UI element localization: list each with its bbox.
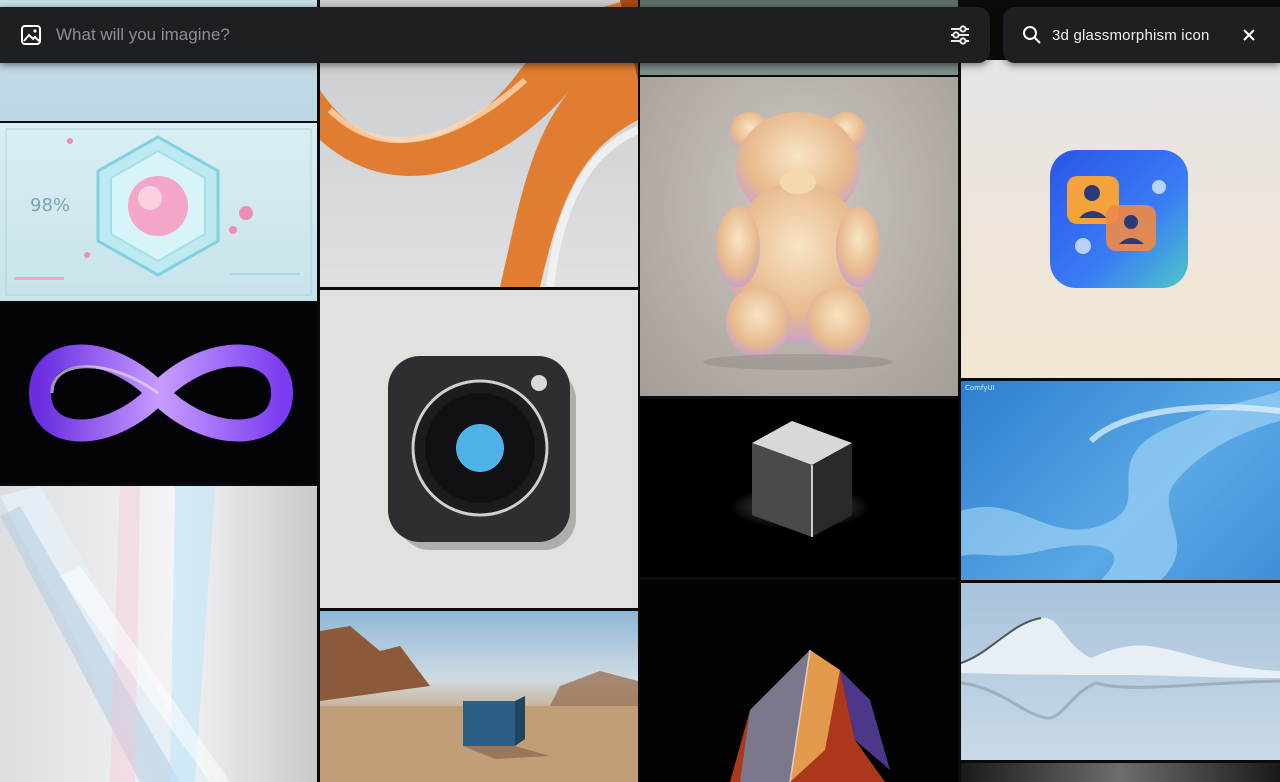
silver-wave-art (961, 617, 1280, 720)
prompt-input[interactable]: What will you imagine? (56, 25, 948, 45)
rainbow-crystal-image[interactable] (640, 580, 958, 782)
image-icon[interactable] (20, 24, 42, 46)
search-icon[interactable] (1022, 25, 1042, 45)
chat-icon-glass-image[interactable] (961, 60, 1280, 378)
watermark-overlay-text: ComfyUI (965, 384, 995, 392)
hexagon-crystal-sphere-image[interactable]: 98% (0, 123, 317, 301)
desert-art (320, 626, 638, 782)
sliders-icon[interactable] (948, 23, 972, 47)
silver-wave-landscape-image[interactable] (961, 583, 1280, 760)
gummy-bear-art (703, 112, 893, 370)
blue-wave-art (961, 391, 1280, 580)
chat-icon-art (1050, 150, 1188, 288)
prompt-bar: What will you imagine? (0, 7, 990, 63)
purple-infinity-image[interactable] (0, 303, 317, 484)
dark-image-bottom[interactable] (961, 763, 1280, 782)
camera-app-icon-image[interactable] (320, 290, 638, 608)
progress-overlay-text: 98% (30, 195, 71, 216)
infinity-art (28, 344, 294, 442)
crystal-art (730, 649, 890, 782)
prism-shards-image[interactable] (0, 486, 317, 782)
search-query-input[interactable]: 3d glassmorphism icon (1052, 27, 1240, 44)
gummy-bear-image[interactable] (640, 77, 958, 396)
black-glass-cube-image[interactable] (640, 399, 958, 577)
camera-art (388, 356, 576, 550)
shards-art (0, 486, 230, 782)
blue-wave-image[interactable]: ComfyUI (961, 381, 1280, 580)
search-bar: 3d glassmorphism icon (1003, 7, 1280, 63)
desert-cube-image[interactable] (320, 611, 638, 782)
close-icon[interactable] (1240, 26, 1258, 44)
cube-art (730, 421, 870, 537)
